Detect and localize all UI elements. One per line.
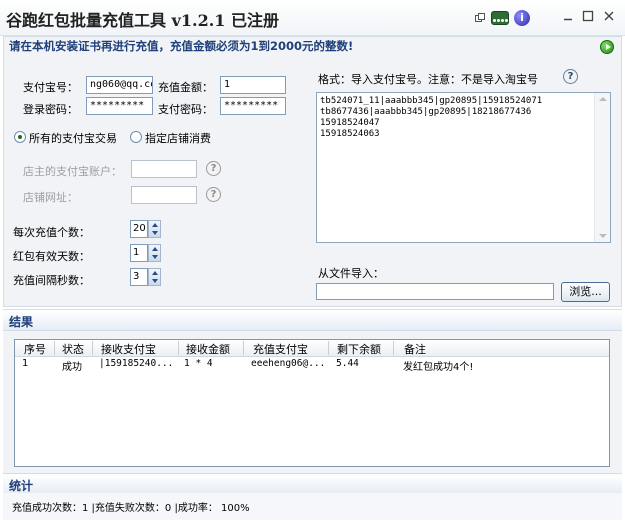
go-arrow-icon[interactable]: [600, 40, 614, 54]
interval-label: 充值间隔秒数：: [13, 274, 90, 287]
format-label: 格式：导入支付宝号。注意：不是导入淘宝号: [318, 73, 538, 86]
radio-specific-shop[interactable]: [130, 131, 142, 143]
column-divider[interactable]: [92, 341, 93, 355]
results-title: 结果: [9, 315, 34, 329]
column-divider[interactable]: [178, 341, 179, 355]
per-count-stepper[interactable]: 20: [130, 220, 148, 238]
shop-url-label: 店铺网址：: [23, 191, 78, 204]
vertical-scrollbar[interactable]: [594, 93, 610, 242]
pay-password-field[interactable]: *********: [220, 97, 286, 115]
cell-balance: 5.44: [336, 358, 359, 369]
help-icon[interactable]: ?: [563, 69, 578, 84]
radio-all-transactions[interactable]: [14, 131, 26, 143]
account-line: tb8677436|aaabbb345|gp20895|18218677436: [320, 107, 532, 117]
cell-recipient: |159185240...: [99, 358, 174, 369]
close-button[interactable]: [601, 10, 617, 26]
stats-text: 充值成功次数：1 |充值失败次数：0 |成功率： 100%: [12, 503, 250, 514]
stats-title: 统计: [9, 479, 34, 493]
results-header-bar: [3, 309, 622, 331]
help-icon[interactable]: ?: [206, 161, 221, 176]
column-header[interactable]: 剩下余额: [337, 341, 381, 357]
minimize-button[interactable]: [560, 10, 576, 26]
radio-all-label: 所有的支付宝交易: [29, 132, 117, 145]
file-path-input[interactable]: [316, 283, 554, 300]
cell-index: 1: [22, 358, 29, 369]
column-header[interactable]: 备注: [404, 341, 426, 357]
per-count-spin-buttons[interactable]: [148, 220, 161, 238]
stats-header-bar: [3, 473, 622, 495]
notice-text: 请在本机安装证书再进行充值，充值金额必须为1到2000元的整数!: [9, 39, 354, 53]
browse-button[interactable]: 浏览...: [561, 282, 610, 302]
pay-password-label: 支付密码：: [158, 103, 213, 116]
interval-stepper[interactable]: 3: [130, 268, 148, 286]
shop-alipay-field[interactable]: [131, 160, 197, 178]
shop-url-field[interactable]: [131, 186, 197, 204]
alipay-field[interactable]: ng060@qq.com: [86, 76, 153, 94]
maximize-button[interactable]: [580, 10, 596, 26]
restore-icon[interactable]: [472, 10, 488, 26]
login-password-label: 登录密码：: [23, 103, 78, 116]
radio-shop-label: 指定店铺消费: [145, 132, 211, 145]
column-divider[interactable]: [393, 341, 394, 355]
cell-remark: 发红包成功4个!: [403, 362, 474, 373]
window-title: 谷跑红包批量充值工具 v1.2.1 已注册: [6, 11, 279, 30]
valid-days-label: 红包有效天数：: [13, 250, 90, 263]
amount-label: 充值金额：: [158, 81, 213, 94]
column-header[interactable]: 状态: [62, 341, 84, 357]
account-line: 15918524063: [320, 129, 380, 139]
tray-dots-icon[interactable]: [491, 11, 509, 25]
account-line: tb524071_11|aaabbb345|gp20895|1591852407…: [320, 96, 543, 106]
login-password-field[interactable]: *********: [86, 97, 153, 115]
interval-spin-buttons[interactable]: [148, 268, 161, 286]
alipay-label: 支付宝号：: [23, 81, 78, 94]
shop-alipay-label: 店主的支付宝账户：: [23, 165, 122, 178]
amount-field[interactable]: 1: [220, 76, 286, 94]
cell-amount: 1 * 4: [184, 358, 213, 369]
scroll-up-icon[interactable]: [599, 97, 607, 101]
column-header[interactable]: 充值支付宝: [253, 341, 308, 357]
cell-payer: eeeheng06@...: [251, 358, 326, 369]
file-import-label: 从文件导入：: [318, 267, 384, 280]
per-count-label: 每次充值个数：: [13, 226, 90, 239]
info-icon[interactable]: i: [514, 10, 530, 26]
column-divider[interactable]: [54, 341, 55, 355]
valid-days-spin-buttons[interactable]: [148, 244, 161, 262]
help-icon[interactable]: ?: [206, 187, 221, 202]
column-header[interactable]: 接收支付宝: [101, 341, 156, 357]
column-header[interactable]: 接收金额: [186, 341, 230, 357]
column-divider[interactable]: [243, 341, 244, 355]
column-divider[interactable]: [328, 341, 329, 355]
scroll-down-icon[interactable]: [599, 234, 607, 238]
account-line: 15918524047: [320, 118, 380, 128]
cell-status: 成功: [62, 362, 82, 373]
column-header[interactable]: 序号: [24, 341, 46, 357]
valid-days-stepper[interactable]: 1: [130, 244, 148, 262]
accounts-textarea[interactable]: tb524071_11|aaabbb345|gp20895|1591852407…: [316, 92, 611, 243]
